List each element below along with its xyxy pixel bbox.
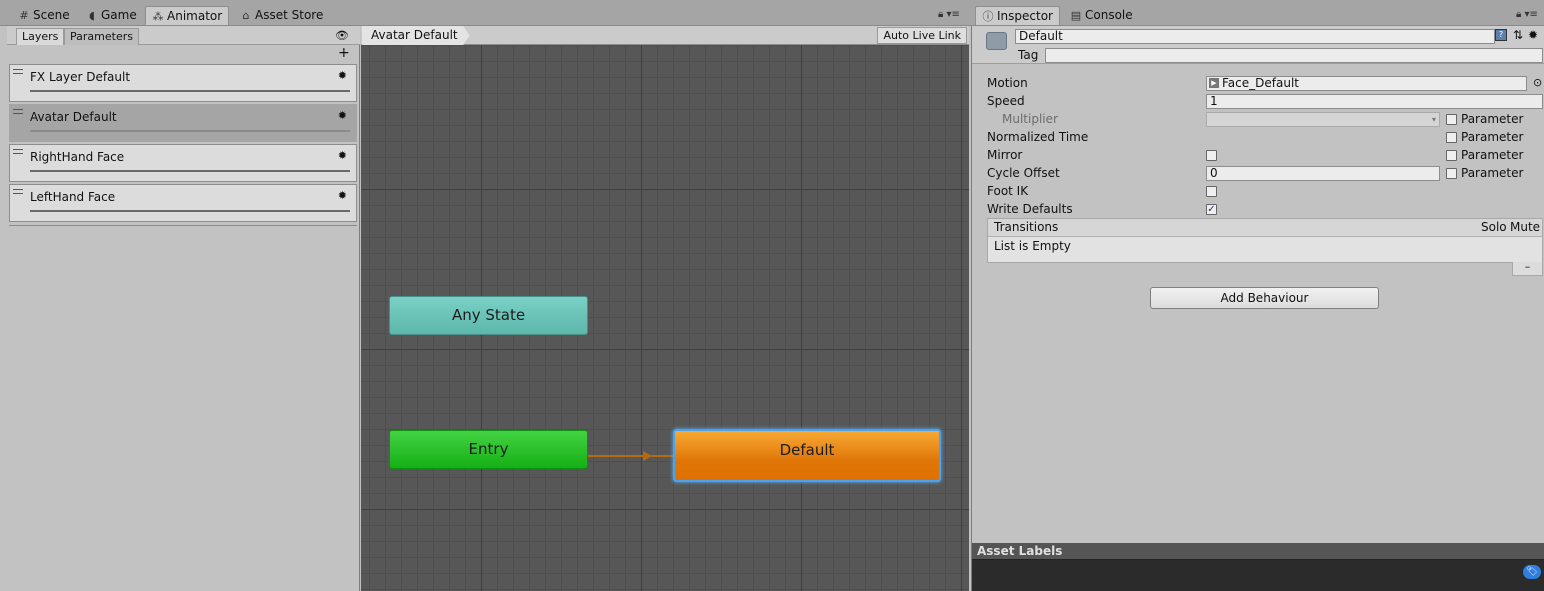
animator-state-icon [986, 32, 1007, 50]
entry-node[interactable]: Entry [389, 430, 588, 469]
tab-layers[interactable]: Layers [16, 28, 65, 45]
store-icon: ⌂ [242, 9, 250, 22]
object-picker-icon[interactable]: ⊙ [1533, 76, 1542, 89]
tab-console[interactable]: ▤ Console [1064, 6, 1139, 25]
drag-handle-icon[interactable] [13, 149, 23, 154]
graph-toolbar: Avatar Default Auto Live Link [361, 26, 969, 45]
normalized-time-parameter-checkbox[interactable] [1446, 132, 1457, 143]
layer-weight-slider[interactable] [30, 170, 350, 172]
asset-labels-header: Asset Labels [972, 543, 1544, 560]
animator-icon: ⁂ [152, 10, 164, 23]
multiplier-parameter-label: Parameter [1461, 112, 1524, 126]
inspector-panel: Default ? ⇅ ✹ Tag Motion ▶ Face_Default … [971, 26, 1544, 591]
normalized-time-parameter-label: Parameter [1461, 130, 1524, 144]
inspector-header: Default ? ⇅ ✹ Tag [972, 26, 1544, 64]
transition-arrowhead-icon [643, 451, 652, 461]
drag-handle-icon[interactable] [13, 109, 23, 114]
layer-item-avatar-default[interactable]: Avatar Default ✹ [9, 104, 357, 142]
tab-game[interactable]: ◖ Game [80, 6, 143, 25]
gamepad-icon: ◖ [89, 9, 95, 22]
state-name-field[interactable]: Default [1015, 29, 1495, 44]
cycle-offset-parameter-label: Parameter [1461, 166, 1524, 180]
layer-item-righthand-face[interactable]: RightHand Face ✹ [9, 144, 357, 182]
motion-label: Motion [987, 76, 1028, 90]
tab-inspector[interactable]: ⓘ Inspector [975, 6, 1060, 25]
tab-animator[interactable]: ⁂ Animator [145, 6, 230, 25]
animator-graph-canvas[interactable]: Avatar Default Auto Live Link Any State … [361, 26, 969, 591]
animation-clip-icon: ▶ [1209, 78, 1219, 88]
empty-list-text: List is Empty [994, 239, 1071, 253]
settings-gear-icon[interactable]: ✹ [1528, 28, 1538, 42]
layers-list-end-divider [9, 225, 357, 226]
tag-label: Tag [1018, 48, 1039, 62]
transitions-label: Transitions [994, 220, 1059, 234]
cycle-offset-parameter-checkbox[interactable] [1446, 168, 1457, 179]
mirror-checkbox[interactable] [1206, 150, 1217, 161]
grid-icon: # [19, 9, 29, 22]
transition-arrow-line[interactable] [588, 455, 673, 457]
layer-item-fx-layer-default[interactable]: FX Layer Default ✹ [9, 64, 357, 102]
remove-transition-button[interactable]: – [1512, 261, 1543, 276]
layer-item-lefthand-face[interactable]: LeftHand Face ✹ [9, 184, 357, 222]
tab-asset-store[interactable]: ⌂ Asset Store [234, 6, 329, 25]
mirror-label: Mirror [987, 148, 1023, 162]
transitions-list: Transitions Solo Mute List is Empty [987, 218, 1543, 263]
mirror-parameter-checkbox[interactable] [1446, 150, 1457, 161]
layer-name: FX Layer Default [30, 70, 131, 84]
cycle-offset-label: Cycle Offset [987, 166, 1060, 180]
layer-name: RightHand Face [30, 150, 125, 164]
speed-field[interactable]: 1 [1206, 94, 1543, 109]
any-state-node[interactable]: Any State [389, 296, 588, 335]
speed-label: Speed [987, 94, 1025, 108]
inspector-lock-icon[interactable]: 🔒︎ ▾≡ [1516, 9, 1538, 20]
breadcrumb[interactable]: Avatar Default [362, 26, 470, 45]
default-state-node[interactable]: Default [673, 429, 941, 482]
add-behaviour-button[interactable]: Add Behaviour [1150, 287, 1379, 309]
layer-name: LeftHand Face [30, 190, 116, 204]
window-tab-bar: # Scene ◖ Game ⁂ Animator ⌂ Asset Store 🔒︎ ▾… [0, 0, 1544, 26]
gear-icon[interactable]: ✹ [338, 149, 347, 162]
drag-handle-icon[interactable] [13, 189, 23, 194]
mute-label: Mute [1510, 220, 1541, 234]
gear-icon[interactable]: ✹ [338, 69, 347, 82]
preset-icon[interactable]: ⇅ [1513, 28, 1523, 42]
eye-icon[interactable]: 👁︎ [335, 29, 349, 42]
tab-parameters[interactable]: Parameters [64, 28, 139, 45]
tab-scene[interactable]: # Scene [12, 6, 76, 25]
layers-panel: Layers Parameters 👁︎ + FX Layer Default … [7, 26, 360, 591]
add-layer-button[interactable]: + [338, 46, 350, 60]
motion-field[interactable]: ▶ Face_Default [1206, 76, 1527, 91]
gear-icon[interactable]: ✹ [338, 189, 347, 202]
transitions-header: Transitions Solo Mute [988, 219, 1542, 237]
help-icon[interactable]: ? [1495, 29, 1507, 41]
layer-weight-slider[interactable] [30, 90, 350, 92]
dropdown-arrow-icon: ▾ [1431, 115, 1436, 124]
tag-field[interactable] [1045, 48, 1543, 63]
lock-icon[interactable]: 🔒︎ ▾≡ [938, 9, 960, 20]
layer-name: Avatar Default [30, 110, 117, 124]
write-defaults-checkbox[interactable]: ✓ [1206, 204, 1217, 215]
console-icon: ▤ [1070, 9, 1082, 22]
layer-weight-slider[interactable] [30, 130, 350, 132]
auto-live-link-button[interactable]: Auto Live Link [877, 27, 967, 44]
label-tag-icon[interactable]: 🏷︎ [1523, 565, 1541, 579]
layers-toolbar: Layers Parameters 👁︎ [7, 26, 360, 45]
solo-label: Solo [1481, 220, 1507, 234]
foot-ik-checkbox[interactable] [1206, 186, 1217, 197]
normalized-time-label: Normalized Time [987, 130, 1089, 144]
multiplier-label: Multiplier [1002, 112, 1058, 126]
foot-ik-label: Foot IK [987, 184, 1029, 198]
mirror-parameter-label: Parameter [1461, 148, 1524, 162]
multiplier-parameter-checkbox[interactable] [1446, 114, 1457, 125]
asset-labels-title: Asset Labels [977, 544, 1063, 558]
multiplier-dropdown: ▾ [1206, 112, 1440, 127]
info-icon: ⓘ [982, 10, 994, 23]
asset-labels-panel: Asset Labels 🏷︎ [972, 543, 1544, 591]
layer-weight-slider[interactable] [30, 210, 350, 212]
gear-icon[interactable]: ✹ [338, 109, 347, 122]
write-defaults-label: Write Defaults [987, 202, 1073, 216]
cycle-offset-field[interactable]: 0 [1206, 166, 1440, 181]
drag-handle-icon[interactable] [13, 69, 23, 74]
